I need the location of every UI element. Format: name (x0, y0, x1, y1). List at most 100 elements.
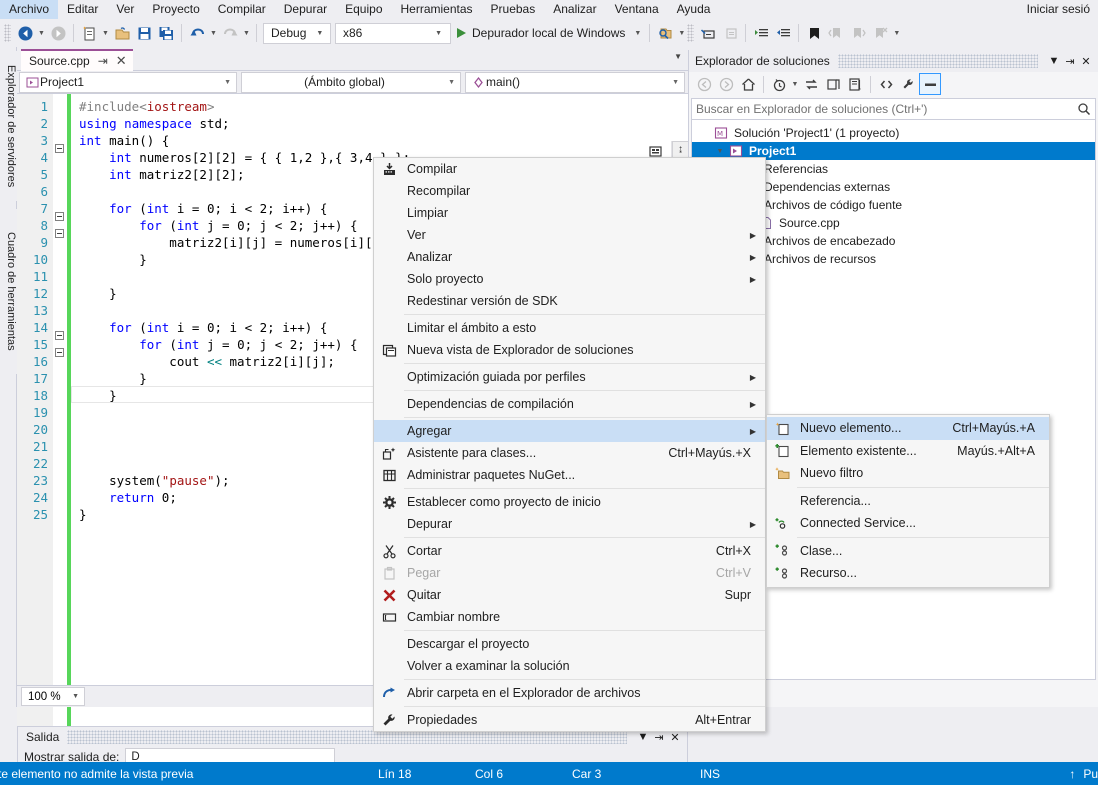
back-icon[interactable] (693, 73, 715, 95)
forward-icon[interactable] (715, 73, 737, 95)
menu-item-cortar[interactable]: Cortar Ctrl+X (374, 540, 765, 562)
menu-item-agregar[interactable]: Agregar ▶ (374, 420, 765, 442)
solution-configuration-combo[interactable]: Debug ▼ (263, 22, 331, 44)
menu-item-analizar[interactable]: Analizar (544, 0, 605, 19)
code-line[interactable]: 2 using namespace std; (17, 115, 688, 132)
pin-icon[interactable]: ⇥ (651, 731, 667, 744)
menu-item-limitar-el-ámbito-a-esto[interactable]: Limitar el ámbito a esto (374, 317, 765, 339)
decrease-indent-icon[interactable] (772, 22, 794, 44)
home-icon[interactable] (737, 73, 759, 95)
pending-changes-dropdown-icon[interactable]: ▼ (790, 73, 800, 95)
menu-item-nuevo-filtro[interactable]: Nuevo filtro (767, 462, 1049, 485)
menu-item-equipo[interactable]: Equipo (336, 0, 391, 19)
start-debugging-button[interactable]: Depurador local de Windows ▼ (453, 22, 645, 44)
clear-bookmarks-icon[interactable] (869, 22, 891, 44)
open-file-icon[interactable] (111, 22, 133, 44)
menu-item-depurar[interactable]: Depurar (275, 0, 336, 19)
menu-item-recurso[interactable]: Recurso... (767, 562, 1049, 585)
menu-item-clase[interactable]: Clase... (767, 540, 1049, 563)
pending-changes-icon[interactable] (768, 73, 790, 95)
menu-item-nuevo-elemento[interactable]: Nuevo elemento... Ctrl+Mayús.+A (767, 417, 1049, 440)
previous-bookmark-icon[interactable] (825, 22, 847, 44)
redo-icon[interactable] (219, 22, 241, 44)
menu-item-redestinar-versión-de-sdk[interactable]: Redestinar versión de SDK (374, 290, 765, 312)
increase-indent-icon[interactable] (750, 22, 772, 44)
new-project-dropdown-icon[interactable]: ▼ (100, 22, 111, 44)
code-line[interactable]: 1 #include<iostream> (17, 98, 688, 115)
menu-item-compilar[interactable]: Compilar (209, 0, 275, 19)
redo-dropdown-icon[interactable]: ▼ (241, 22, 252, 44)
menu-item-administrar-paquetes-nuget[interactable]: Administrar paquetes NuGet... (374, 464, 765, 486)
menu-item-dependencias-de-compilación[interactable]: Dependencias de compilación ▶ (374, 393, 765, 415)
close-icon[interactable]: ✕ (116, 53, 127, 69)
menu-item-ayuda[interactable]: Ayuda (668, 0, 720, 19)
toolbar-grip-2[interactable] (687, 24, 695, 42)
menu-item-descargar-el-proyecto[interactable]: Descargar el proyecto (374, 633, 765, 655)
member-selector-combo[interactable]: main() ▼ (465, 71, 685, 93)
collapse-all-icon[interactable] (844, 73, 866, 95)
close-icon[interactable]: ✕ (667, 731, 683, 744)
properties-wrench-icon[interactable] (897, 73, 919, 95)
show-all-files-icon[interactable] (875, 73, 897, 95)
search-icon[interactable] (1077, 102, 1091, 116)
status-publish[interactable]: ↑ Publi (1069, 767, 1098, 781)
agregar-submenu[interactable]: Nuevo elemento... Ctrl+Mayús.+A Elemento e… (766, 414, 1050, 588)
chevron-down-icon[interactable]: ▼ (713, 148, 727, 155)
menu-item-limpiar[interactable]: Limpiar (374, 202, 765, 224)
menu-item-establecer-como-proyecto-de-inicio[interactable]: Establecer como proyecto de inicio (374, 491, 765, 513)
menu-item-asistente-para-clases[interactable]: Asistente para clases... Ctrl+Mayús.+X (374, 442, 765, 464)
undo-dropdown-icon[interactable]: ▼ (208, 22, 219, 44)
menu-item-abrir-carpeta-en-el-explorador-de-archivos[interactable]: Abrir carpeta en el Explorador de archiv… (374, 682, 765, 704)
menu-item-nueva-vista-de-explorador-de-soluciones[interactable]: Nueva vista de Explorador de soluciones (374, 339, 765, 361)
menu-item-herramientas[interactable]: Herramientas (392, 0, 482, 19)
menu-item-connected-service[interactable]: Connected Service... (767, 512, 1049, 535)
menu-item-optimización-guiada-por-perfiles[interactable]: Optimización guiada por perfiles ▶ (374, 366, 765, 388)
document-tab-source-cpp[interactable]: Source.cpp ⇥ ✕ (21, 49, 133, 71)
tab-list-dropdown-icon[interactable]: ▼ (674, 52, 682, 61)
pin-icon[interactable]: ⇥ (1062, 55, 1078, 68)
toolbar-grip[interactable] (4, 24, 11, 42)
search-input[interactable] (696, 102, 1077, 116)
menu-item-depurar[interactable]: Depurar ▶ (374, 513, 765, 535)
vtab-toolbox[interactable]: Cuadro de herramientas (0, 209, 17, 374)
title-drag-dots[interactable] (837, 54, 1038, 68)
refresh-icon[interactable] (822, 73, 844, 95)
output-drag-dots[interactable] (67, 730, 627, 744)
panel-menu-icon[interactable]: ▼ (1046, 55, 1062, 67)
undo-icon[interactable] (186, 22, 208, 44)
menu-item-ver[interactable]: Ver ▶ (374, 224, 765, 246)
next-bookmark-icon[interactable] (847, 22, 869, 44)
save-icon[interactable] (133, 22, 155, 44)
code-line[interactable]: 3 int main() { (17, 132, 688, 153)
navigate-forward-icon[interactable] (47, 22, 69, 44)
vtab-server-explorer[interactable]: Explorador de servidores (0, 51, 17, 201)
preview-selected-items-icon[interactable] (919, 73, 941, 95)
menu-item-propiedades[interactable]: Propiedades Alt+Entrar (374, 709, 765, 731)
solution-platform-combo[interactable]: x86 ▼ (335, 22, 451, 44)
menu-item-analizar[interactable]: Analizar ▶ (374, 246, 765, 268)
solution-explorer-search-row[interactable] (691, 98, 1096, 120)
menu-item-volver-a-examinar-la-solución[interactable]: Volver a examinar la solución (374, 655, 765, 677)
menu-item-archivo[interactable]: Archivo (0, 0, 59, 19)
panel-menu-icon[interactable]: ▼ (635, 731, 651, 743)
save-all-icon[interactable] (155, 22, 177, 44)
menu-item-editar[interactable]: Editar (58, 0, 107, 19)
sign-in-link[interactable]: Iniciar sesió (1027, 0, 1094, 19)
menu-item-quitar[interactable]: Quitar Supr (374, 584, 765, 606)
close-icon[interactable]: ✕ (1078, 55, 1094, 68)
project-context-menu[interactable]: Compilar Recompilar Limpiar Ver ▶ Analizar ▶ So… (373, 157, 766, 732)
toolbar-overflow-icon[interactable]: ▼ (891, 22, 902, 44)
sync-with-active-document-icon[interactable] (800, 73, 822, 95)
find-in-files-icon[interactable] (654, 22, 676, 44)
project-selector-combo[interactable]: Project1 ▼ (19, 71, 237, 93)
toggle-bookmark-icon[interactable] (803, 22, 825, 44)
menu-item-ventana[interactable]: Ventana (606, 0, 668, 19)
menu-item-recompilar[interactable]: Recompilar (374, 180, 765, 202)
uncomment-selection-icon[interactable] (719, 22, 741, 44)
menu-item-cambiar-nombre[interactable]: Cambiar nombre (374, 606, 765, 628)
menu-item-ver[interactable]: Ver (107, 0, 143, 19)
menu-item-pruebas[interactable]: Pruebas (482, 0, 545, 19)
solution-tree-item[interactable]: M Solución 'Project1' (1 proyecto) (692, 124, 1095, 142)
new-project-icon[interactable] (78, 22, 100, 44)
find-dropdown-icon[interactable]: ▼ (676, 22, 687, 44)
